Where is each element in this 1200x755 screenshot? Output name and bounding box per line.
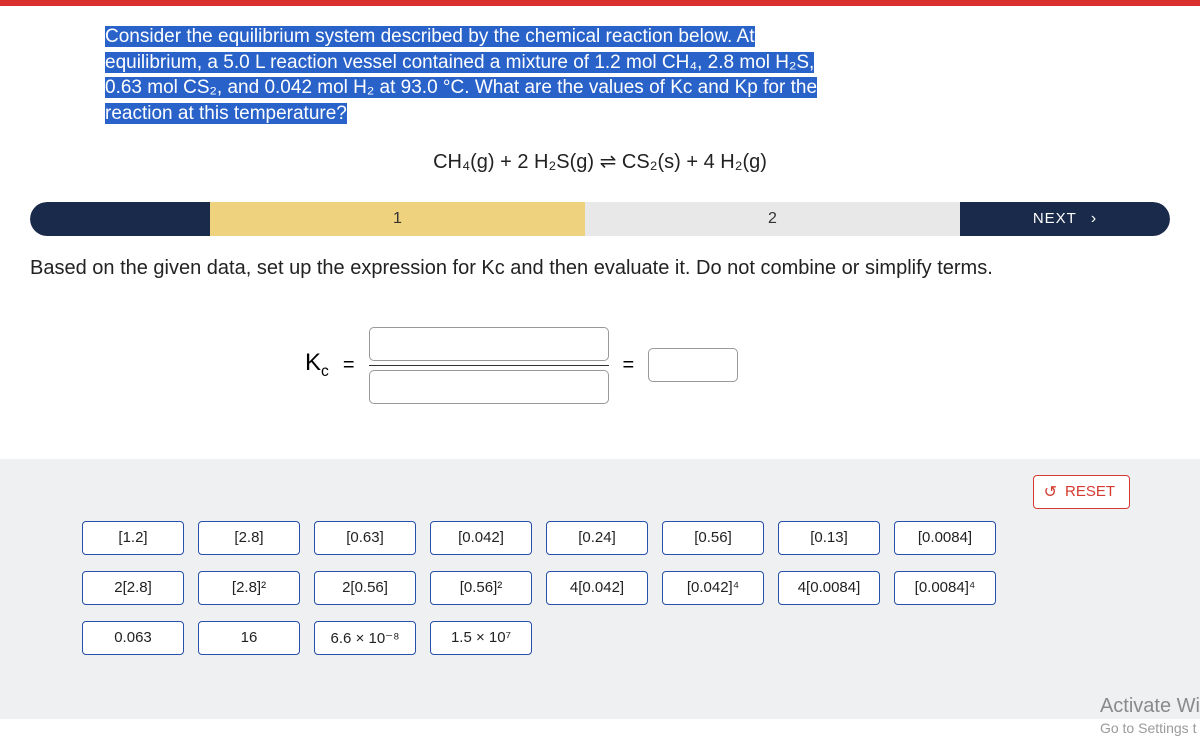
result-slot[interactable]: [648, 348, 738, 382]
chevron-right-icon: ›: [1091, 210, 1097, 228]
next-label: NEXT: [1033, 210, 1077, 227]
kc-sub: c: [321, 363, 329, 380]
question-line-2: equilibrium, a 5.0 L reaction vessel con…: [105, 52, 814, 73]
answer-tile[interactable]: 0.063: [82, 621, 184, 655]
reset-row: ↺ RESET: [0, 475, 1200, 509]
step-1-label: 1: [393, 210, 402, 228]
fraction: [369, 327, 609, 404]
tile-area: ↺ RESET [1.2] [2.8] [0.63] [0.042] [0.24] [0.…: [0, 459, 1200, 719]
kc-k: K: [305, 349, 321, 376]
content-area: Consider the equilibrium system describe…: [0, 6, 1200, 719]
answer-tile[interactable]: 6.6 × 10⁻⁸: [314, 621, 416, 655]
answer-tile[interactable]: 1.5 × 10⁷: [430, 621, 532, 655]
answer-tile[interactable]: [0.56]: [662, 521, 764, 555]
answer-tile[interactable]: [0.56]²: [430, 571, 532, 605]
watermark-line-2: Go to Settings t: [1100, 719, 1200, 737]
step-row: 1 2 NEXT ›: [0, 202, 1200, 236]
step-track: 1 2 NEXT ›: [30, 202, 1170, 236]
answer-tile[interactable]: [1.2]: [82, 521, 184, 555]
kc-symbol: Kc: [305, 349, 329, 381]
equals-2: =: [623, 354, 635, 377]
reset-label: RESET: [1065, 483, 1115, 500]
answer-tile[interactable]: 16: [198, 621, 300, 655]
answer-tile[interactable]: 2[2.8]: [82, 571, 184, 605]
windows-watermark: Activate Wi Go to Settings t: [1100, 693, 1200, 737]
denominator-slot[interactable]: [369, 370, 609, 404]
question-line-3: 0.63 mol CS₂, and 0.042 mol H₂ at 93.0 °…: [105, 77, 817, 98]
answer-tile[interactable]: [0.042]: [430, 521, 532, 555]
step-1[interactable]: 1: [210, 202, 585, 236]
question-line-4: reaction at this temperature?: [105, 103, 347, 124]
answer-tile[interactable]: 4[0.042]: [546, 571, 648, 605]
step-2[interactable]: 2: [585, 202, 960, 236]
answer-tile[interactable]: [0.042]⁴: [662, 571, 764, 605]
watermark-line-1: Activate Wi: [1100, 693, 1200, 719]
answer-tile[interactable]: [0.24]: [546, 521, 648, 555]
question-prompt: Consider the equilibrium system describe…: [105, 24, 1140, 127]
answer-tile[interactable]: [0.0084]: [894, 521, 996, 555]
reset-button[interactable]: ↺ RESET: [1033, 475, 1130, 509]
step-left-cap: [30, 202, 210, 236]
question-line-1: Consider the equilibrium system describe…: [105, 26, 755, 47]
tiles-grid: [1.2] [2.8] [0.63] [0.042] [0.24] [0.56] [0.13…: [0, 521, 1120, 655]
answer-tile[interactable]: [0.13]: [778, 521, 880, 555]
chemical-equation: CH₄(g) + 2 H₂S(g) ⇌ CS₂(s) + 4 H₂(g): [0, 149, 1200, 174]
equals-1: =: [343, 354, 355, 377]
answer-tile[interactable]: [0.0084]⁴: [894, 571, 996, 605]
expression-row: Kc = =: [305, 327, 1200, 404]
next-button[interactable]: NEXT ›: [960, 202, 1170, 236]
answer-tile[interactable]: [2.8]: [198, 521, 300, 555]
answer-tile[interactable]: [2.8]²: [198, 571, 300, 605]
answer-tile[interactable]: 4[0.0084]: [778, 571, 880, 605]
step-instruction: Based on the given data, set up the expr…: [30, 254, 1170, 282]
fraction-line: [369, 365, 609, 366]
numerator-slot[interactable]: [369, 327, 609, 361]
answer-tile[interactable]: 2[0.56]: [314, 571, 416, 605]
undo-icon: ↺: [1044, 482, 1057, 502]
answer-tile[interactable]: [0.63]: [314, 521, 416, 555]
step-2-label: 2: [768, 210, 777, 228]
